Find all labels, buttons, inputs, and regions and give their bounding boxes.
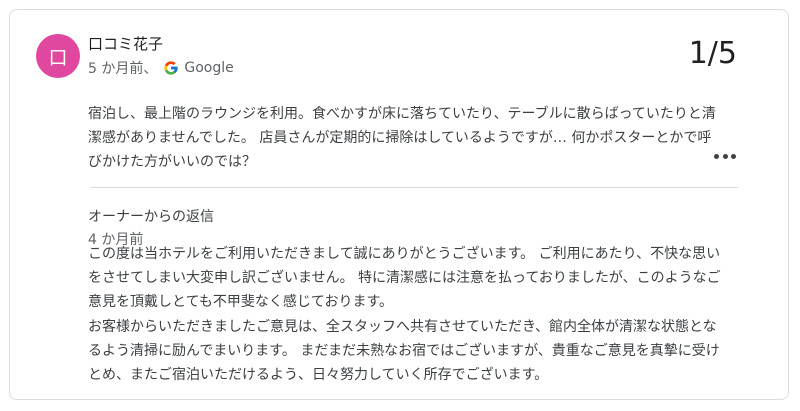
- dot: [714, 153, 719, 159]
- owner-reply-title: オーナーからの返信: [88, 209, 214, 225]
- avatar-initial: 口: [48, 46, 68, 69]
- google-g-icon: [164, 61, 179, 75]
- review-time: 5 か月前、: [88, 61, 158, 77]
- review-card: 口 口コミ花子 5 か月前、 Google 1/5 宿泊し、最上階のラウンジを利…: [9, 9, 789, 400]
- review-meta: 5 か月前、 Google: [88, 58, 234, 78]
- reviewer-name[interactable]: 口コミ花子: [88, 33, 163, 54]
- review-source: Google: [184, 60, 234, 76]
- owner-reply-paragraph-1: この度は当ホテルをご利用いただきまして誠にありがとうございます。 ご利用にあたり…: [88, 246, 721, 310]
- divider: [90, 187, 738, 188]
- reviewer-avatar[interactable]: 口: [36, 34, 80, 78]
- dot: [731, 153, 736, 159]
- rating: 1/5: [688, 36, 737, 71]
- dot: [722, 153, 728, 159]
- review-text: 宿泊し、最上階のラウンジを利用。食べかすが床に落ちていたり、テーブルに散らばって…: [88, 106, 716, 170]
- owner-reply-paragraph-2: お客様からいただきましたご意見は、全スタッフへ共有させていただき、館内全体が清潔…: [88, 319, 720, 383]
- more-horizontal-icon[interactable]: [714, 151, 736, 161]
